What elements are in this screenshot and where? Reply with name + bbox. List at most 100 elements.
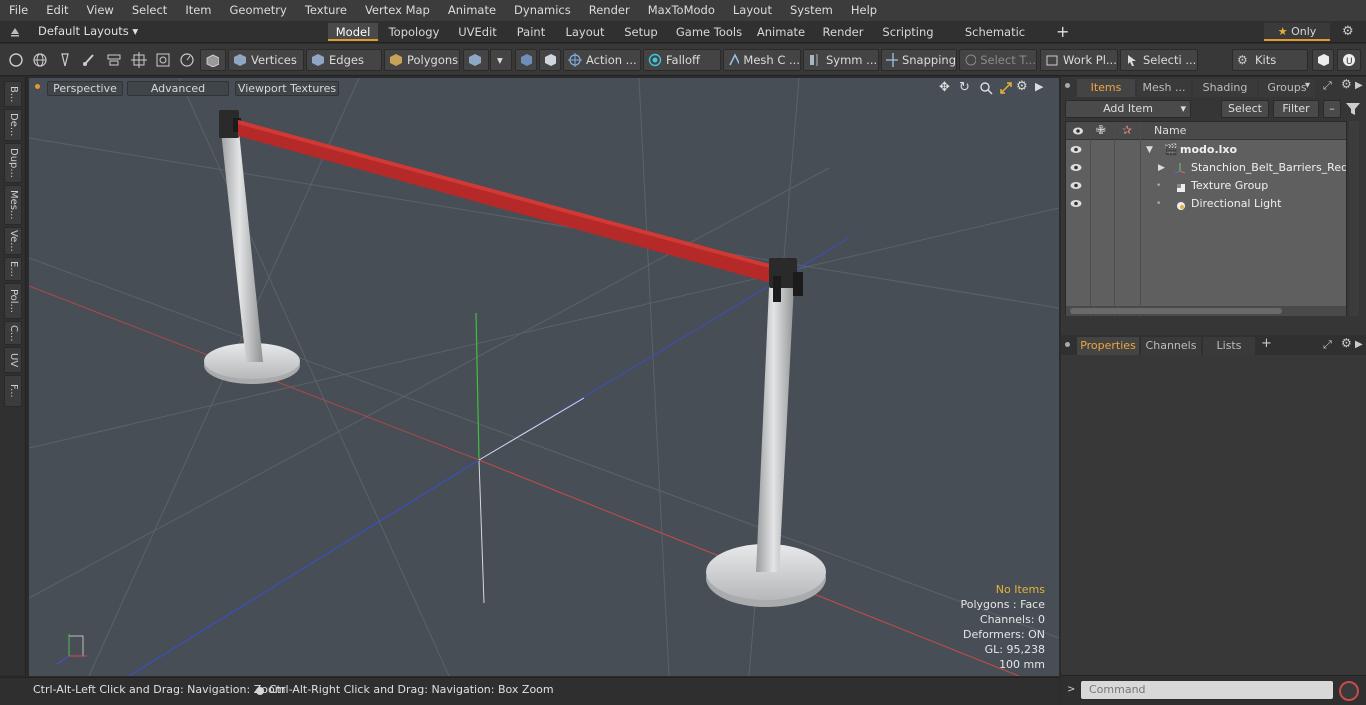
menu-select[interactable]: Select (123, 0, 176, 21)
panel-gear-icon[interactable]: ⚙ (1341, 77, 1352, 91)
tab-scripting[interactable]: Scripting (878, 23, 938, 41)
edges-button[interactable]: Edges (306, 49, 382, 71)
falloff-button[interactable]: Falloff (643, 49, 721, 71)
add-tab-icon[interactable]: + (1056, 22, 1069, 41)
item-row-texture-group[interactable]: • Texture Group (1066, 177, 1348, 195)
align-icon[interactable] (106, 52, 122, 68)
tab-uv[interactable]: UV (4, 347, 22, 373)
kits-button[interactable]: ⚙ Kits (1232, 49, 1308, 71)
unity-button[interactable] (1312, 49, 1334, 71)
rotate-view-icon[interactable]: ↻ (959, 80, 970, 95)
menu-system[interactable]: System (781, 0, 842, 21)
panel-maximize-icon[interactable]: ⤢ (1323, 79, 1332, 93)
tab-items[interactable]: Items (1077, 79, 1135, 97)
tab-lists[interactable]: Lists (1203, 337, 1255, 355)
tab-fusion[interactable]: F... (4, 375, 22, 407)
select-through-button[interactable]: Select T... (959, 49, 1037, 71)
menu-dynamics[interactable]: Dynamics (505, 0, 580, 21)
menu-file[interactable]: File (0, 0, 37, 21)
menu-item[interactable]: Item (176, 0, 220, 21)
command-input[interactable]: Command (1081, 681, 1333, 699)
vertical-scrollbar[interactable] (1349, 121, 1359, 316)
expand-triangle-icon[interactable]: ▼ (1146, 141, 1153, 159)
frame-icon[interactable] (155, 52, 171, 68)
tab-paint[interactable]: Paint (510, 23, 552, 41)
panel-maximize-icon[interactable]: ⤢ (1323, 338, 1332, 352)
tab-channels[interactable]: Channels (1141, 337, 1201, 355)
mode-dropdown[interactable]: ▾ (490, 49, 512, 71)
viewport-gear-icon[interactable]: ⚙ (1016, 79, 1028, 94)
tab-animate[interactable]: Animate (752, 23, 810, 41)
add-tab-icon[interactable]: + (1261, 336, 1272, 351)
layout-preset-dropdown[interactable]: Default Layouts ▾ (38, 24, 138, 38)
tab-properties[interactable]: Properties (1077, 337, 1139, 355)
material-mode-button[interactable] (463, 49, 489, 71)
unreal-button[interactable]: U (1337, 49, 1361, 71)
gear-icon[interactable]: ⚙ (1342, 24, 1354, 39)
collapse-icon[interactable]: – (1323, 100, 1341, 118)
panel-gear-icon[interactable]: ⚙ (1341, 336, 1352, 350)
tab-mesh[interactable]: Mesh ... (1137, 79, 1191, 97)
move-view-icon[interactable]: ✥ (939, 80, 950, 95)
eye-icon[interactable] (1070, 181, 1082, 190)
layout-up-icon[interactable] (9, 25, 21, 37)
tab-setup[interactable]: Setup (618, 23, 664, 41)
work-plane-button[interactable]: Work Pl... (1040, 49, 1118, 71)
stanchion-left[interactable] (204, 110, 300, 384)
center-cube-button[interactable] (539, 49, 561, 71)
eye-icon[interactable] (1070, 145, 1082, 154)
name-column-header[interactable]: Name (1154, 124, 1186, 137)
stanchion-right[interactable] (706, 258, 826, 607)
tab-deform[interactable]: De... (4, 109, 22, 141)
add-item-dropdown[interactable]: Add Item ▾ (1065, 100, 1191, 118)
horizontal-scrollbar[interactable] (1066, 306, 1346, 316)
perspective-button[interactable]: Perspective (47, 81, 123, 96)
symmetry-cube-button[interactable] (515, 49, 537, 71)
eye-icon[interactable] (1070, 199, 1082, 208)
filter-button[interactable]: Filter (1273, 100, 1319, 118)
panel-expand-icon[interactable]: ▶ (1355, 80, 1363, 91)
record-macro-icon[interactable] (1339, 681, 1359, 701)
viewport-expand-icon[interactable]: ▶ (1035, 80, 1043, 93)
panel-expand-icon[interactable]: ▶ (1355, 339, 1363, 350)
menu-animate[interactable]: Animate (439, 0, 505, 21)
zoom-view-icon[interactable] (979, 81, 993, 95)
3d-viewport[interactable]: Perspective Advanced Viewport Textures ✥… (29, 78, 1059, 676)
item-mode-button[interactable] (200, 49, 226, 71)
funnel-filter-icon[interactable] (1345, 102, 1361, 116)
menu-vertex-map[interactable]: Vertex Map (356, 0, 439, 21)
eye-icon[interactable] (1070, 163, 1082, 172)
tab-curve[interactable]: C... (4, 321, 22, 345)
tab-polygon[interactable]: Pol... (4, 283, 22, 319)
tab-edge[interactable]: E... (4, 257, 22, 281)
viewport-textures-button[interactable]: Viewport Textures (235, 81, 339, 96)
tab-render[interactable]: Render (816, 23, 870, 41)
menu-view[interactable]: View (78, 0, 123, 21)
item-row-directional-light[interactable]: • Directional Light (1066, 195, 1348, 213)
menu-help[interactable]: Help (842, 0, 886, 21)
tab-duplicate[interactable]: Dup... (4, 143, 22, 183)
selection-sets-button[interactable]: Selecti ... (1120, 49, 1198, 71)
menu-render[interactable]: Render (580, 0, 639, 21)
tab-basic[interactable]: B... (4, 81, 22, 107)
brush-icon[interactable] (81, 52, 97, 68)
menu-maxtomodo[interactable]: MaxToModo (639, 0, 724, 21)
timer-icon[interactable] (179, 52, 195, 68)
menu-layout[interactable]: Layout (724, 0, 781, 21)
only-toggle[interactable]: ★ Only (1264, 23, 1330, 41)
item-row-scene[interactable]: ▼ 🎬 modo.lxo (1066, 141, 1348, 159)
menu-texture[interactable]: Texture (296, 0, 356, 21)
tab-mesh-edit[interactable]: Mes... (4, 185, 22, 225)
snapping-button[interactable]: Snapping (881, 49, 957, 71)
tab-uvedit[interactable]: UVEdit (450, 23, 505, 41)
menu-edit[interactable]: Edit (37, 0, 77, 21)
tab-game-tools[interactable]: Game Tools (672, 23, 746, 41)
tab-vertex[interactable]: Ve... (4, 227, 22, 255)
menu-geometry[interactable]: Geometry (221, 0, 296, 21)
expand-triangle-icon[interactable]: ▶ (1158, 159, 1165, 177)
polygons-button[interactable]: Polygons (384, 49, 460, 71)
symmetry-button[interactable]: Symm ... (803, 49, 879, 71)
scrollbar-thumb[interactable] (1070, 308, 1282, 314)
action-button[interactable]: Action ... (563, 49, 641, 71)
tab-schematic-fusion[interactable]: Schematic Fusion (946, 23, 1044, 57)
